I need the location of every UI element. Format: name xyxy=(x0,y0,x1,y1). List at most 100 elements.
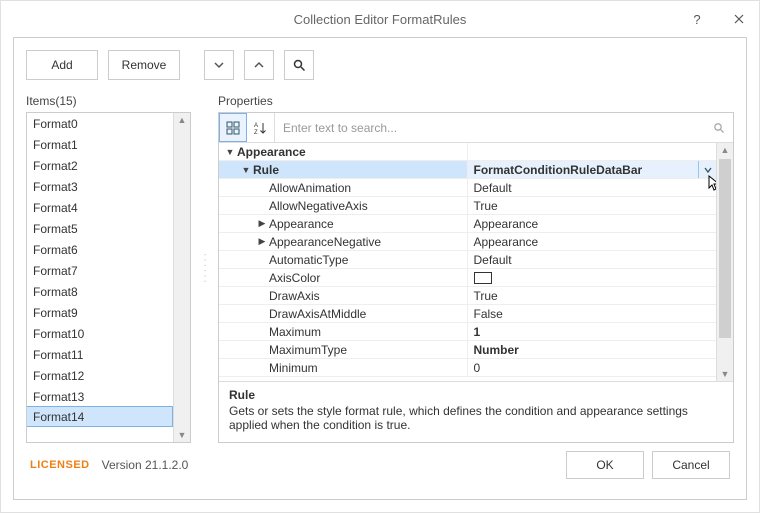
items-scrollbar[interactable]: ▲ ▼ xyxy=(173,113,190,442)
chevron-up-icon xyxy=(254,60,264,70)
list-item[interactable]: Format10 xyxy=(27,323,173,344)
description-title: Rule xyxy=(229,388,723,402)
alphabetical-icon: AZ xyxy=(254,121,268,135)
chevron-down-icon xyxy=(214,60,224,70)
property-value-cell[interactable] xyxy=(468,269,717,286)
list-item[interactable]: Format0 xyxy=(27,113,173,134)
list-item[interactable]: Format8 xyxy=(27,281,173,302)
property-name: DrawAxis xyxy=(269,289,320,303)
list-item[interactable]: Format14 xyxy=(27,406,173,427)
search-icon xyxy=(293,59,306,72)
property-row[interactable]: AllowNegativeAxisTrue xyxy=(219,197,716,215)
property-value: Appearance xyxy=(474,217,539,231)
svg-text:Z: Z xyxy=(254,130,258,135)
property-name: Rule xyxy=(253,163,279,177)
items-list-wrap: Format0Format1Format2Format3Format4Forma… xyxy=(26,112,191,443)
property-name: AllowAnimation xyxy=(269,181,351,195)
property-row[interactable]: ▶Appearance Appearance xyxy=(219,215,716,233)
move-up-button[interactable] xyxy=(244,50,274,80)
list-item[interactable]: Format3 xyxy=(27,176,173,197)
property-value-cell[interactable]: Appearance xyxy=(468,215,717,232)
property-value-cell[interactable]: Appearance xyxy=(468,233,717,250)
property-name: AxisColor xyxy=(269,271,320,285)
property-value: True xyxy=(474,289,498,303)
categorized-button[interactable] xyxy=(219,113,247,142)
scroll-thumb[interactable] xyxy=(719,159,731,338)
scroll-up-icon[interactable]: ▲ xyxy=(178,115,187,125)
property-value: Default xyxy=(474,181,512,195)
property-value-cell[interactable]: True xyxy=(468,287,717,304)
list-item[interactable]: Format1 xyxy=(27,134,173,155)
list-item[interactable]: Format4 xyxy=(27,197,173,218)
property-value-cell[interactable]: 1 xyxy=(468,323,717,340)
property-grid-body[interactable]: ▼Appearance▼RuleFormatConditionRuleDataB… xyxy=(219,143,716,381)
property-row[interactable]: AxisColor xyxy=(219,269,716,287)
help-button[interactable]: ? xyxy=(683,5,711,33)
property-row[interactable]: ▼Appearance xyxy=(219,143,716,161)
add-button[interactable]: Add xyxy=(26,50,98,80)
scroll-down-icon[interactable]: ▼ xyxy=(717,367,733,381)
property-row[interactable]: Minimum0 xyxy=(219,359,716,377)
list-item[interactable]: Format12 xyxy=(27,365,173,386)
property-description: Rule Gets or sets the style format rule,… xyxy=(219,381,733,442)
dialog-window: Collection Editor FormatRules ? Add Remo… xyxy=(0,0,760,513)
collapse-icon[interactable]: ▼ xyxy=(239,165,253,175)
property-value: FormatConditionRuleDataBar xyxy=(474,163,643,177)
property-value-cell[interactable]: Default xyxy=(468,179,717,196)
property-row[interactable]: ▼Rule FormatConditionRuleDataBar xyxy=(219,161,716,179)
content-panel: Add Remove Items(15) Format0Format1Forma… xyxy=(13,37,747,500)
property-row[interactable]: MaximumTypeNumber xyxy=(219,341,716,359)
alphabetical-button[interactable]: AZ xyxy=(247,113,275,142)
search-toggle-button[interactable] xyxy=(284,50,314,80)
property-name-cell: DrawAxis xyxy=(219,287,468,304)
splitter-grip-icon: ······ xyxy=(203,253,207,285)
property-row[interactable]: DrawAxis True xyxy=(219,287,716,305)
property-name: Appearance xyxy=(237,145,306,159)
property-value-cell[interactable] xyxy=(468,143,717,160)
move-down-button[interactable] xyxy=(204,50,234,80)
property-row[interactable]: AutomaticType Default xyxy=(219,251,716,269)
property-value-cell[interactable]: Default xyxy=(468,251,717,268)
property-value-cell[interactable]: FormatConditionRuleDataBar xyxy=(468,161,717,178)
property-scrollbar[interactable]: ▲ ▼ xyxy=(716,143,733,381)
list-item[interactable]: Format9 xyxy=(27,302,173,323)
list-item[interactable]: Format6 xyxy=(27,239,173,260)
close-button[interactable] xyxy=(725,5,753,33)
property-name-cell: ▶Appearance xyxy=(219,215,468,232)
chevron-down-icon xyxy=(704,166,712,174)
property-value-cell[interactable]: 0 xyxy=(468,359,717,376)
property-row[interactable]: DrawAxisAtMiddle False xyxy=(219,305,716,323)
splitter[interactable]: ······ xyxy=(201,94,208,443)
collapse-icon[interactable]: ▼ xyxy=(223,147,237,157)
property-row[interactable]: AllowAnimation Default xyxy=(219,179,716,197)
property-value-cell[interactable]: Number xyxy=(468,341,717,358)
expand-icon[interactable]: ▶ xyxy=(255,218,269,229)
property-search-input[interactable]: Enter text to search... xyxy=(275,113,733,142)
property-name: AutomaticType xyxy=(269,253,348,267)
expand-icon[interactable]: ▶ xyxy=(255,236,269,247)
list-item[interactable]: Format2 xyxy=(27,155,173,176)
scroll-up-icon[interactable]: ▲ xyxy=(717,143,733,157)
remove-button[interactable]: Remove xyxy=(108,50,180,80)
property-name: DrawAxisAtMiddle xyxy=(269,307,366,321)
list-item[interactable]: Format5 xyxy=(27,218,173,239)
property-value: Default xyxy=(474,253,512,267)
property-name-cell: ▶AppearanceNegative xyxy=(219,233,468,250)
version-label: Version 21.1.2.0 xyxy=(102,458,189,472)
cancel-button[interactable]: Cancel xyxy=(652,451,730,479)
color-swatch[interactable] xyxy=(474,272,492,284)
ok-button[interactable]: OK xyxy=(566,451,644,479)
remove-label: Remove xyxy=(122,58,167,72)
property-value-cell[interactable]: True xyxy=(468,197,717,214)
property-name-cell: AxisColor xyxy=(219,269,468,286)
dropdown-button[interactable] xyxy=(698,161,716,178)
list-item[interactable]: Format11 xyxy=(27,344,173,365)
list-item[interactable]: Format13 xyxy=(27,386,173,407)
property-name: AppearanceNegative xyxy=(269,235,381,249)
scroll-down-icon[interactable]: ▼ xyxy=(178,430,187,440)
items-list[interactable]: Format0Format1Format2Format3Format4Forma… xyxy=(27,113,173,442)
property-row[interactable]: Maximum1 xyxy=(219,323,716,341)
list-item[interactable]: Format7 xyxy=(27,260,173,281)
property-value-cell[interactable]: False xyxy=(468,305,717,322)
property-row[interactable]: ▶AppearanceNegativeAppearance xyxy=(219,233,716,251)
